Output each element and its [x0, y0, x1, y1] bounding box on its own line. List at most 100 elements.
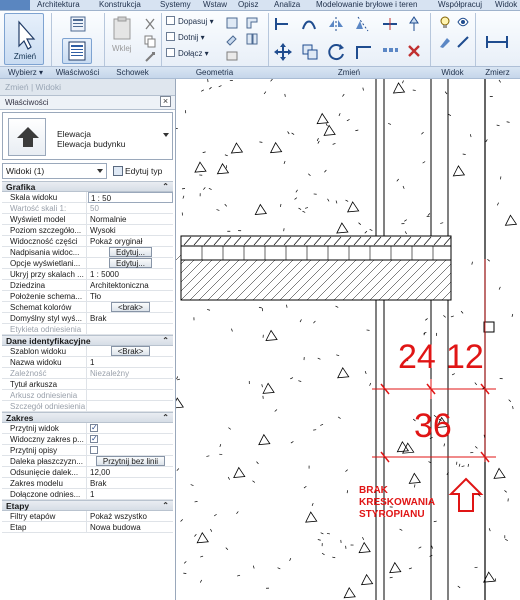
delete-icon[interactable]	[405, 42, 423, 60]
wall-joins-icon[interactable]	[245, 16, 259, 30]
property-value[interactable]	[88, 434, 173, 445]
property-value[interactable]: Architektoniczna	[88, 280, 173, 291]
demolish-icon[interactable]	[225, 48, 239, 62]
property-value[interactable]: Przytnij bez linii	[88, 456, 173, 467]
type-selector[interactable]: Elewacja Elewacja budynku	[2, 112, 173, 160]
property-value[interactable]: Pokaż oryginał	[88, 236, 173, 247]
type-properties-icon[interactable]	[70, 16, 86, 32]
bulb-icon[interactable]	[438, 15, 452, 29]
close-icon[interactable]: ×	[160, 96, 171, 107]
trim-extend-icon[interactable]	[354, 42, 374, 62]
property-group-header[interactable]: Grafika ⌃	[2, 181, 173, 192]
property-value[interactable]: <Brak>	[88, 346, 173, 357]
property-name: Widoczny zakres p...	[2, 434, 87, 445]
property-checkbox[interactable]	[90, 423, 98, 433]
mirror-draw-axis-icon[interactable]	[354, 15, 372, 33]
property-value[interactable]: 12,00	[88, 467, 173, 478]
property-checkbox[interactable]	[90, 446, 98, 454]
property-row: Nadpisania widoc... Edytuj...	[2, 247, 173, 258]
aggregate-triangle	[504, 214, 518, 226]
measure-icon[interactable]	[484, 29, 510, 55]
property-value[interactable]: Wysoki	[88, 225, 173, 236]
pin-icon[interactable]	[405, 15, 423, 33]
property-name: Poziom szczegóło...	[2, 225, 87, 236]
cut-geometry-icon	[166, 32, 175, 41]
property-value[interactable]: Pokaż wszystko	[88, 511, 173, 522]
rotate-icon[interactable]	[327, 42, 347, 62]
property-value[interactable]: Normalnie	[88, 214, 173, 225]
property-value[interactable]: <brak>	[88, 302, 173, 313]
join-tool[interactable]: Dołącz ▾	[166, 48, 209, 59]
paint-icon[interactable]	[225, 32, 239, 46]
property-group-header[interactable]: Etapy ⌃	[2, 500, 173, 511]
property-value[interactable]: Nowa budowa	[88, 522, 173, 533]
property-checkbox[interactable]	[90, 434, 98, 444]
edit-type-button[interactable]: Edytuj typ	[112, 163, 173, 179]
tab-modelowanie[interactable]: Modelowanie bryłowe i teren	[316, 0, 417, 10]
paste-button-label[interactable]: Wklej	[112, 43, 132, 54]
tab-widok[interactable]: Widok	[495, 0, 517, 10]
align-icon[interactable]	[273, 15, 291, 33]
property-value-button[interactable]: Edytuj...	[109, 258, 152, 268]
collapse-chevron-icon[interactable]: ⌃	[162, 413, 169, 423]
tab-konstrukcja[interactable]: Konstrukcja	[99, 0, 141, 10]
cope-tool[interactable]: Dopasuj ▾	[166, 16, 214, 27]
offset-icon[interactable]	[300, 15, 318, 33]
elevation-thumbnail	[8, 118, 46, 156]
property-value-button[interactable]: <Brak>	[110, 346, 151, 356]
collapse-chevron-icon[interactable]: ⌃	[162, 336, 169, 346]
tab-wstaw[interactable]: Wstaw	[203, 0, 227, 10]
paste-icon[interactable]	[112, 15, 134, 41]
copy-element-icon[interactable]	[300, 42, 320, 62]
aggregate-dash	[203, 187, 206, 190]
aggregate-dash	[298, 207, 302, 210]
property-value[interactable]: Edytuj...	[88, 258, 173, 269]
unjoin-icon[interactable]	[245, 32, 259, 46]
move-icon[interactable]	[273, 42, 293, 62]
application-menu-button[interactable]	[0, 0, 30, 10]
property-value-button[interactable]: Przytnij bez linii	[95, 456, 166, 466]
instance-filter-select[interactable]: Widoki (1)	[2, 163, 107, 179]
property-value-button[interactable]: Edytuj...	[109, 247, 152, 257]
aggregate-dash	[219, 443, 222, 448]
property-value[interactable]: Edytuj...	[88, 247, 173, 258]
property-group-header[interactable]: Zakres ⌃	[2, 412, 173, 423]
property-value[interactable]	[88, 379, 173, 390]
property-value[interactable]: 1 : 50	[88, 192, 173, 203]
edit-type-icon	[113, 166, 123, 176]
property-group-header[interactable]: Dane identyfikacyjne ⌃	[2, 335, 173, 346]
property-value[interactable]: Brak	[88, 313, 173, 324]
property-value[interactable]: 1	[88, 489, 173, 500]
modify-button[interactable]: Zmień	[4, 13, 44, 65]
tab-analiza[interactable]: Analiza	[274, 0, 300, 10]
cut-icon[interactable]	[143, 17, 157, 31]
tab-wspolpracuj[interactable]: Współpracuj	[438, 0, 482, 10]
properties-toggle-button[interactable]	[62, 38, 92, 64]
tab-opisz[interactable]: Opisz	[238, 0, 258, 10]
property-value[interactable]: Tło	[88, 291, 173, 302]
property-value: Niezależny	[90, 369, 130, 378]
split-element-icon[interactable]	[381, 15, 399, 33]
split-face-icon[interactable]	[225, 16, 239, 30]
match-properties-icon[interactable]	[143, 50, 157, 64]
property-value-button[interactable]: <brak>	[111, 302, 150, 312]
property-value[interactable]	[88, 445, 173, 456]
mirror-pick-axis-icon[interactable]	[327, 15, 345, 33]
select-panel-title[interactable]: Wybierz ▾	[0, 66, 51, 78]
property-value[interactable]: 1	[88, 357, 173, 368]
tab-architektura[interactable]: Architektura	[37, 0, 80, 10]
override-graphics-icon[interactable]	[438, 35, 452, 49]
hide-element-icon[interactable]	[456, 15, 470, 29]
collapse-chevron-icon[interactable]: ⌃	[162, 501, 169, 511]
property-value[interactable]: 1 : 5000	[88, 269, 173, 280]
property-name: Zależność	[2, 368, 87, 379]
tab-systemy[interactable]: Systemy	[160, 0, 191, 10]
collapse-chevron-icon[interactable]: ⌃	[162, 182, 169, 192]
property-value[interactable]: Brak	[88, 478, 173, 489]
array-icon[interactable]	[381, 42, 399, 60]
elevation-view-canvas[interactable]: 24 12 36 BRAK KRESKOWANIA STYROPIANU	[175, 79, 520, 600]
property-value[interactable]	[88, 423, 173, 434]
cut-geometry-tool[interactable]: Dotnij ▾	[166, 32, 205, 43]
copy-icon[interactable]	[143, 34, 157, 48]
linework-icon[interactable]	[456, 35, 470, 49]
